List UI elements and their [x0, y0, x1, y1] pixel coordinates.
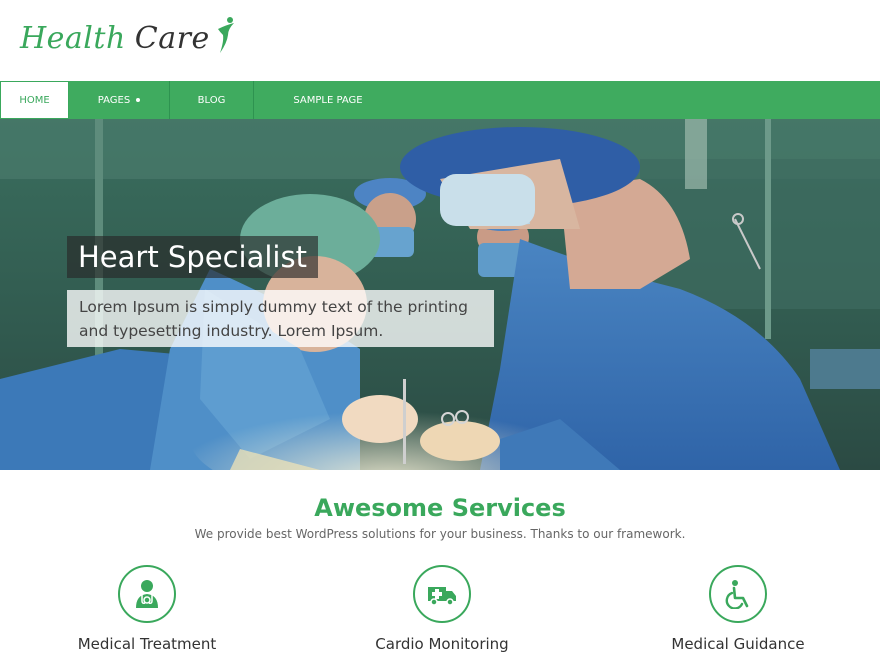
- nav-label-sample-page: Sample Page: [293, 94, 363, 106]
- site-logo[interactable]: Health Care: [20, 14, 238, 62]
- service-icon-circle: [413, 565, 471, 623]
- service-label: Cardio Monitoring: [375, 635, 509, 653]
- site-header: Health Care: [0, 0, 880, 81]
- nav-item-blog[interactable]: Blog: [170, 81, 254, 119]
- nav-label-home: Home: [19, 94, 50, 106]
- nav-item-pages[interactable]: Pages: [69, 81, 170, 119]
- service-icon-circle: [709, 565, 767, 623]
- dropdown-dot-icon: [136, 98, 141, 102]
- service-label: Medical Guidance: [671, 635, 805, 653]
- hero-title: Heart Specialist: [67, 236, 318, 278]
- wheelchair-icon: [725, 580, 749, 609]
- logo-word-care: Care: [134, 20, 210, 56]
- service-icon-circle: [118, 565, 176, 623]
- hero-description: Lorem Ipsum is simply dummy text of the …: [67, 290, 494, 347]
- service-medical-treatment[interactable]: Medical Treatment: [37, 565, 257, 653]
- hero-slider: Heart Specialist Lorem Ipsum is simply d…: [0, 119, 880, 470]
- nav-label-blog: Blog: [197, 94, 226, 106]
- ambulance-icon: [428, 587, 456, 606]
- doctor-icon: [136, 580, 158, 608]
- main-nav: Home Pages Blog Sample Page: [0, 81, 880, 119]
- service-label: Medical Treatment: [77, 635, 217, 653]
- logo-text: Health Care: [20, 21, 210, 56]
- nav-item-home[interactable]: Home: [0, 81, 69, 119]
- nav-label-pages: Pages: [97, 94, 131, 106]
- service-cardio-monitoring[interactable]: Cardio Monitoring: [332, 565, 552, 653]
- nav-item-sample-page[interactable]: Sample Page: [254, 81, 402, 119]
- services-title: Awesome Services: [314, 494, 566, 522]
- services-subtitle: We provide best WordPress solutions for …: [194, 527, 686, 541]
- logo-word-health: Health: [20, 20, 126, 56]
- leaping-person-icon: [217, 17, 234, 53]
- service-medical-guidance[interactable]: Medical Guidance: [628, 565, 848, 653]
